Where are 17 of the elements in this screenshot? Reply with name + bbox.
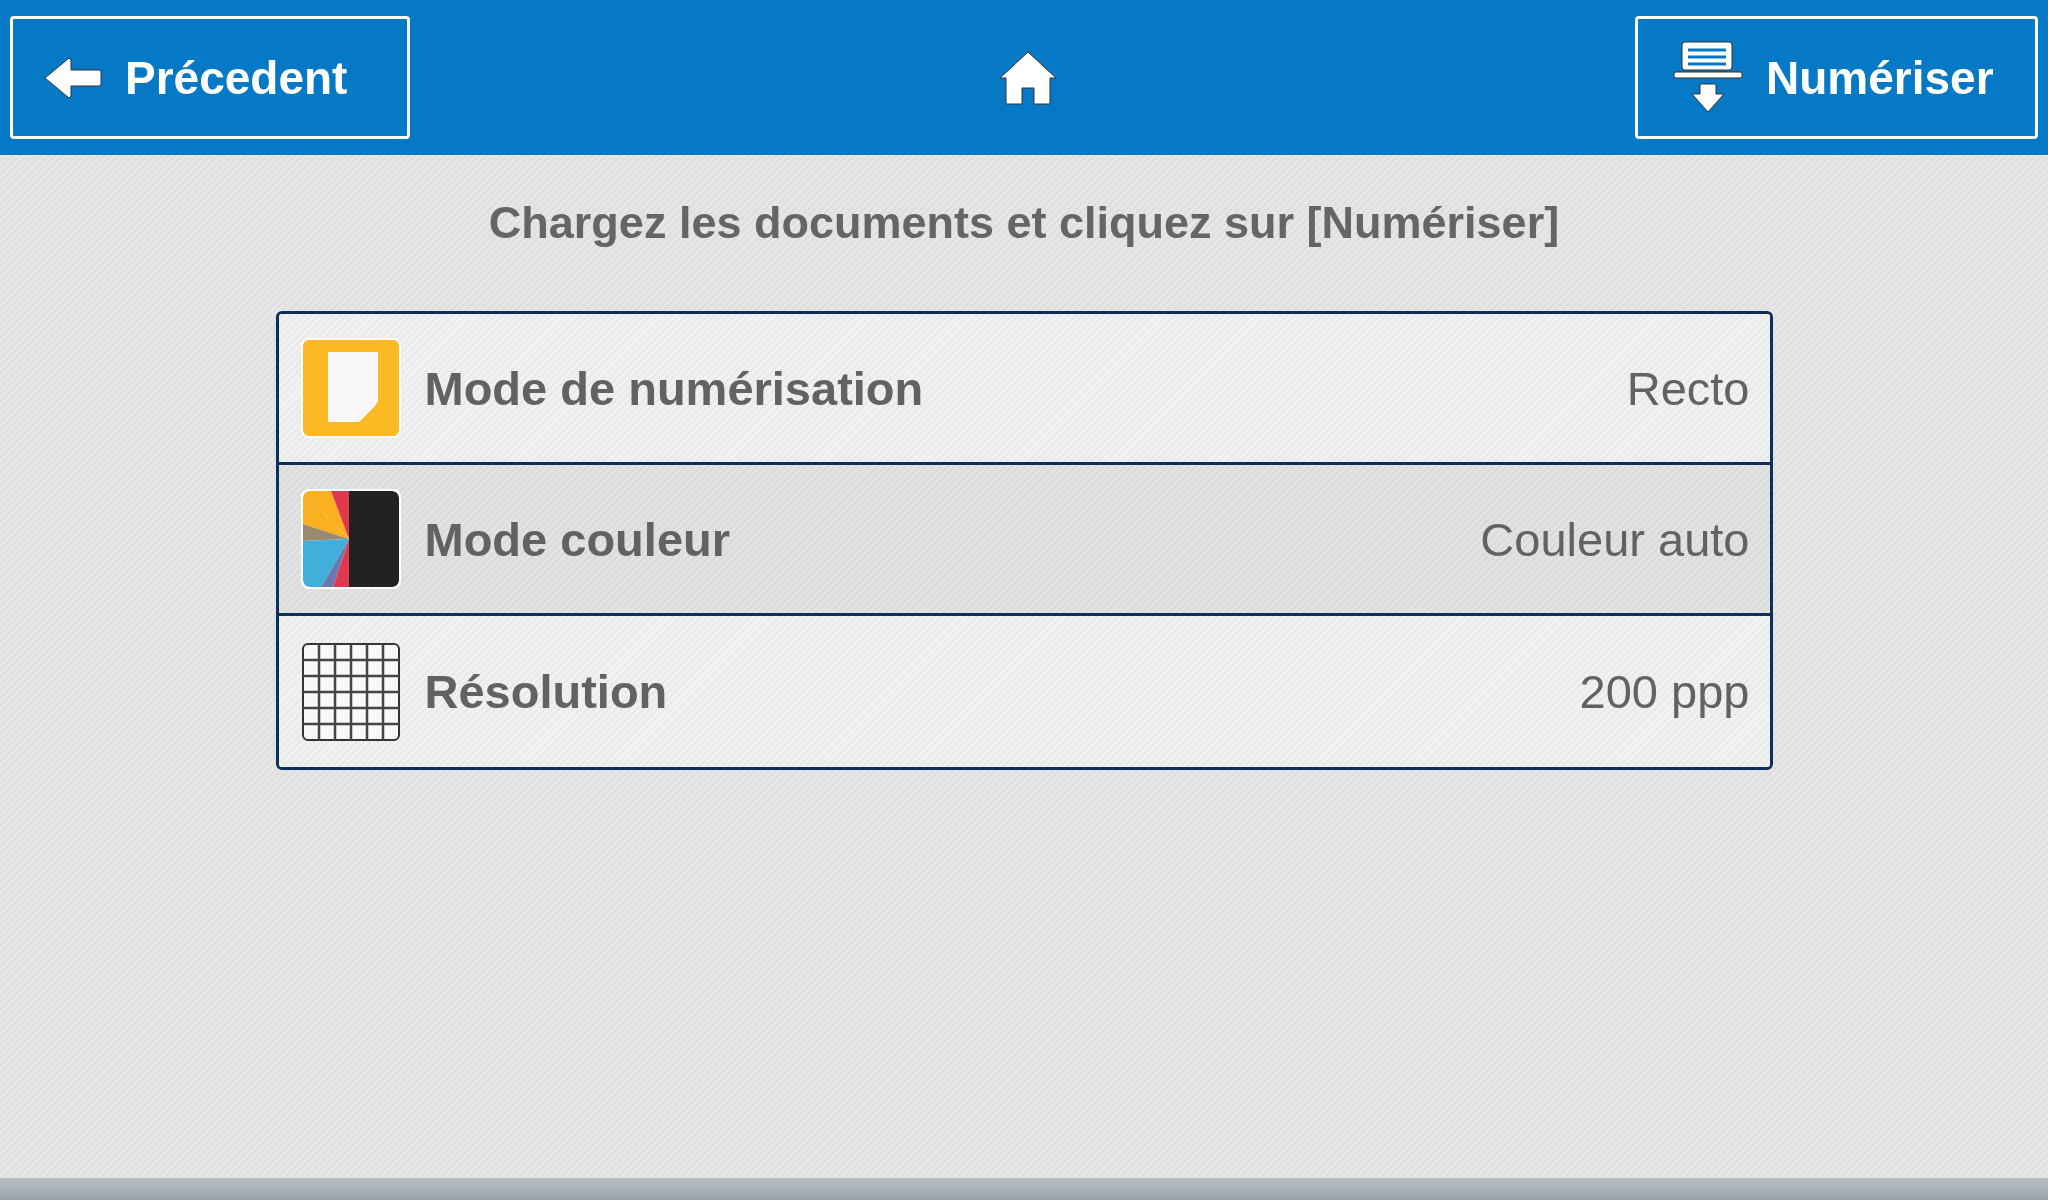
- back-button[interactable]: Précedent: [10, 16, 410, 139]
- home-icon[interactable]: [997, 49, 1058, 106]
- scan-button[interactable]: Numériser: [1635, 16, 2038, 139]
- setting-label: Mode de numérisation: [424, 360, 924, 416]
- left-arrow-icon: [43, 55, 103, 100]
- setting-label: Résolution: [424, 664, 668, 719]
- setting-value: 200 ppp: [1579, 664, 1750, 719]
- setting-row[interactable]: Résolution 200 ppp: [278, 616, 1770, 767]
- grid-icon: [300, 641, 401, 742]
- page-icon: [300, 338, 401, 438]
- setting-value: Couleur auto: [1480, 511, 1750, 567]
- color-mode-icon: [300, 489, 401, 589]
- setting-row[interactable]: Mode couleur Couleur auto: [278, 465, 1770, 616]
- setting-label: Mode couleur: [424, 511, 731, 567]
- instruction-text: Chargez les documents et cliquez sur [Numériser]: [488, 197, 1560, 249]
- setting-value: Recto: [1626, 360, 1750, 416]
- setting-row[interactable]: Mode de numérisation Recto: [278, 314, 1770, 465]
